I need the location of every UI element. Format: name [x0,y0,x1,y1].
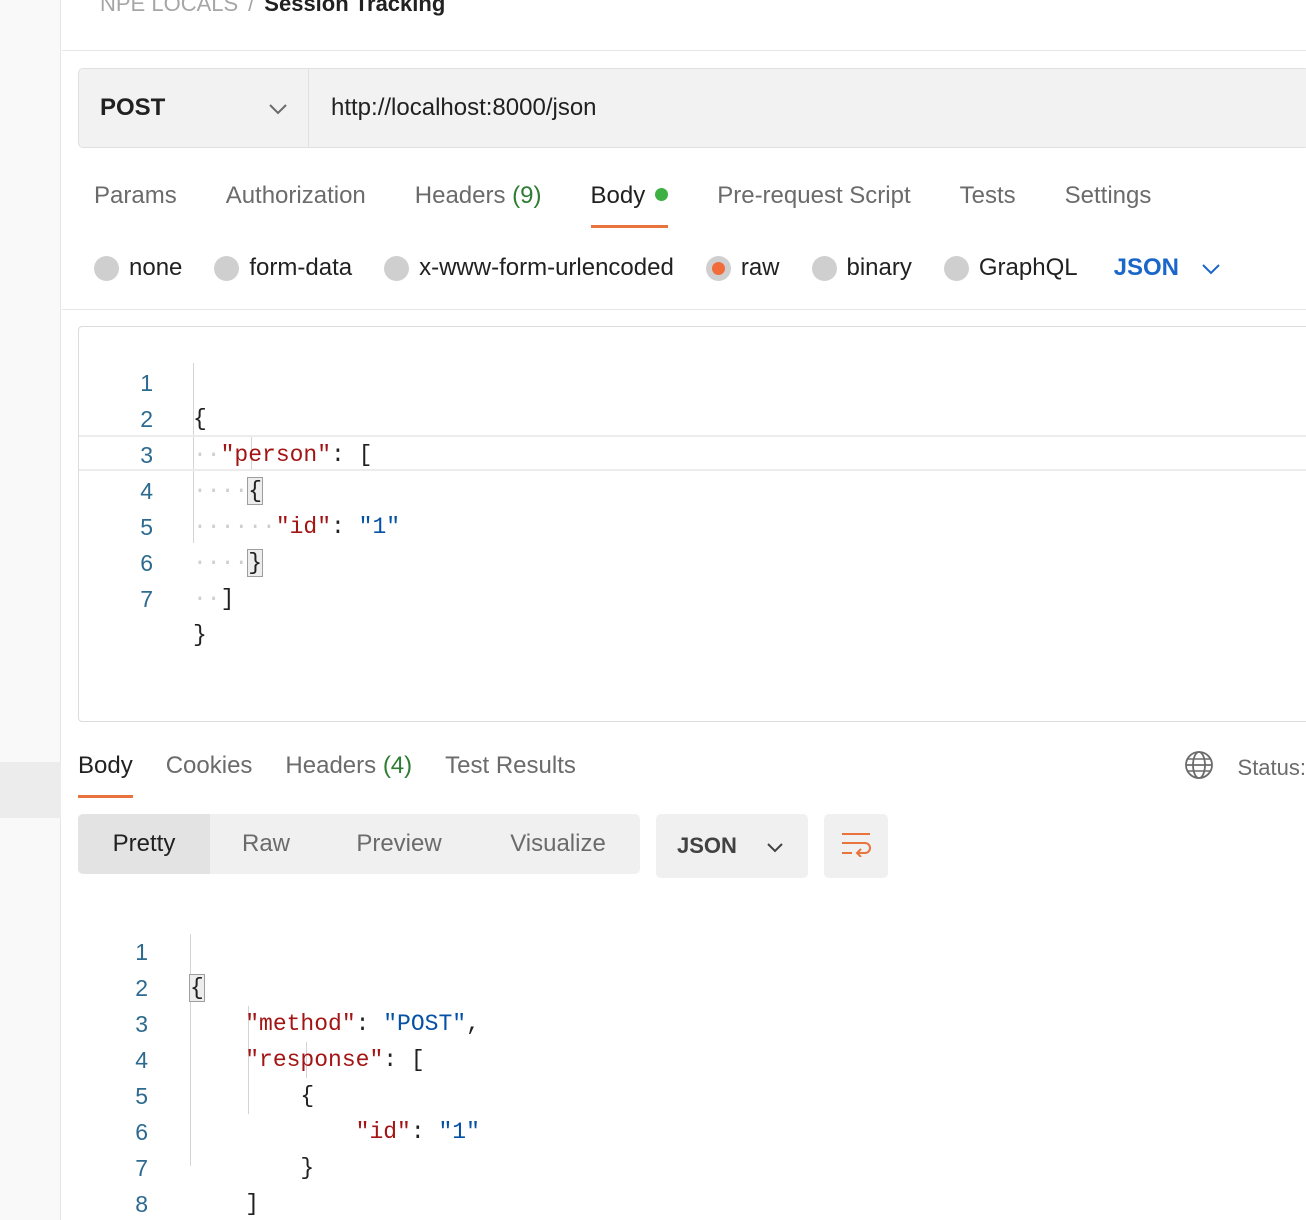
code-line: 3 ····{ [140,442,264,505]
radio-circle [384,255,410,281]
http-method-label: POST [100,94,166,121]
code-line: 3 "response": [ [135,1011,425,1073]
code-line: 2 "method": "POST", [135,975,480,1037]
rail-active-item[interactable] [0,762,61,818]
code-line: 5 ····} [140,514,264,577]
status-label: Status: [1237,755,1306,780]
radio-graphql[interactable]: GraphQL [943,254,1078,282]
request-workspace: NPE LOCALS / Session Tracking POST Param… [62,0,1306,1220]
radio-none[interactable]: none [94,254,182,282]
view-mode-pretty[interactable]: Pretty [78,814,210,874]
code-line: 1 { [140,370,207,432]
response-tabs: Body Cookies Headers (4) Test Results [78,740,609,798]
radio-binary[interactable]: binary [811,254,912,282]
section-divider [62,309,1306,310]
tab-authorization[interactable]: Authorization [226,170,366,228]
radio-form-data[interactable]: form-data [214,254,352,282]
response-language-select[interactable]: JSON [656,814,808,878]
chevron-down-icon [268,94,288,122]
response-headers-count: (4) [382,752,413,779]
code-line: 2 ··"person": [ [140,406,373,468]
radio-raw[interactable]: raw [705,254,780,282]
tab-pre-request-script[interactable]: Pre-request Script [717,170,910,228]
radio-circle-checked [705,255,731,281]
code-line: 7 ] [135,1155,260,1217]
breadcrumb-request-name[interactable]: Session Tracking [264,0,445,17]
tab-settings[interactable]: Settings [1065,170,1152,228]
wrap-lines-icon [840,831,872,862]
headers-count: (9) [512,182,542,209]
indent-dots: ·· [193,586,221,612]
response-view-mode-group: Pretty Raw Preview Visualize [78,814,640,874]
radio-circle [811,255,837,281]
globe-icon[interactable] [1184,750,1214,786]
code-line: 1 { [135,939,205,1002]
code-line: 6 } [135,1119,315,1181]
tab-params[interactable]: Params [94,170,177,228]
code-line: 8 } [135,1191,148,1217]
chevron-down-icon [1201,254,1221,282]
body-modified-dot [655,188,669,201]
url-bar: POST [78,68,1306,148]
code-line: 4 { [135,1047,315,1109]
tab-headers[interactable]: Headers (9) [415,170,542,228]
code-line: 6 ··] [140,550,235,612]
tab-tests[interactable]: Tests [960,170,1016,228]
request-tabs: Params Authorization Headers (9) Body Pr… [94,170,1200,228]
radio-circle [214,255,240,281]
tab-response-headers[interactable]: Headers (4) [285,740,412,798]
response-status-area: Status: [1184,750,1306,786]
view-mode-preview[interactable]: Preview [322,814,476,874]
http-method-select[interactable]: POST [79,69,309,147]
response-body-viewer[interactable]: 1 { 2 "method": "POST", 3 "response": [ … [78,898,1306,1217]
breadcrumb-separator: / [248,0,255,16]
view-mode-visualize[interactable]: Visualize [476,814,640,874]
left-sidebar-rail [0,0,61,1220]
view-mode-raw[interactable]: Raw [210,814,322,874]
radio-circle [943,255,969,281]
body-type-radio-group: none form-data x-www-form-urlencoded raw… [94,250,1221,286]
code-line-current: 4 ······"id": "1" [79,435,1306,540]
breadcrumb: NPE LOCALS / Session Tracking [100,0,445,18]
tab-response-cookies[interactable]: Cookies [166,740,253,798]
wrap-lines-button[interactable] [824,814,888,878]
code-line: 7 } [140,586,207,648]
url-input[interactable] [309,69,1306,147]
chevron-down-icon [766,833,784,859]
body-language-select[interactable]: JSON [1114,254,1221,282]
request-body-editor[interactable]: 1 { 2 ··"person": [ 3 ····{ 4 ······"id"… [78,326,1306,722]
breadcrumb-collection[interactable]: NPE LOCALS [100,0,238,17]
tab-body[interactable]: Body [590,170,669,228]
radio-x-www-form-urlencoded[interactable]: x-www-form-urlencoded [384,254,674,282]
tab-test-results[interactable]: Test Results [445,740,576,798]
radio-circle [94,255,119,281]
tab-response-body[interactable]: Body [78,740,133,798]
code-line: 5 "id": "1" [135,1083,480,1145]
header-divider [62,50,1306,51]
